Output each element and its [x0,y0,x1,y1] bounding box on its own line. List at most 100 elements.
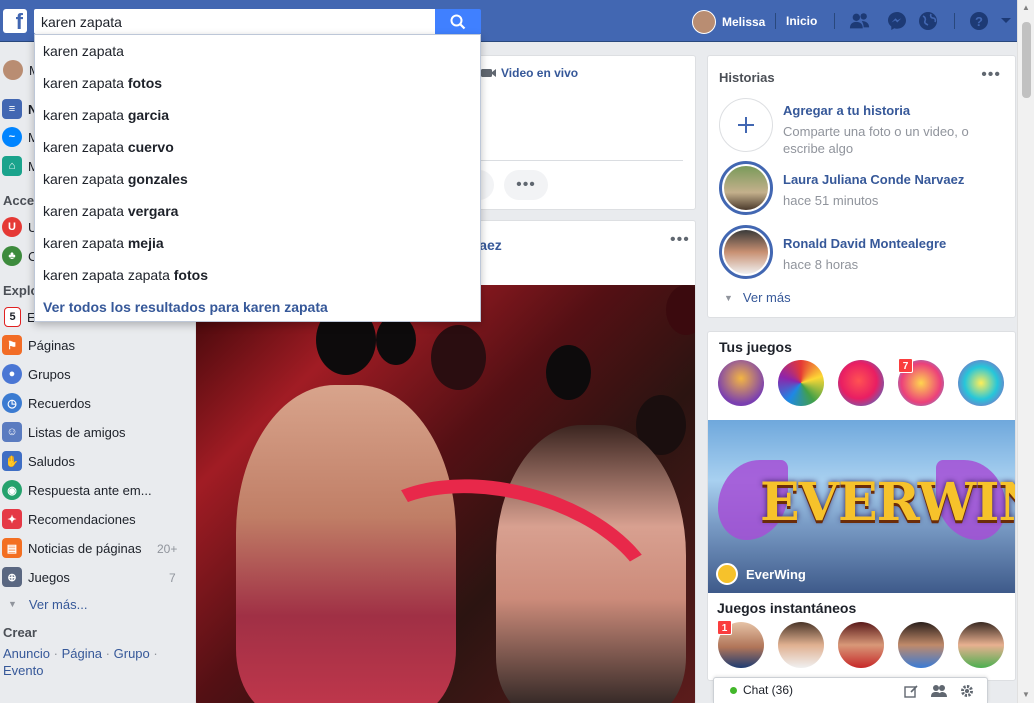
gamepad-icon: ⊕ [2,567,22,587]
everwing-banner[interactable]: EVERWING EverWing [708,420,1015,593]
story-avatar[interactable] [719,225,773,279]
tree-icon: ♣ [2,246,22,266]
search-suggestion[interactable]: karen zapata cuervo [35,131,480,163]
notification-badge: 1 [717,620,732,635]
nav-item-shortcut[interactable]: ♣ C [0,244,37,268]
search-suggestion[interactable]: karen zapata mejia [35,227,480,259]
scroll-up-arrow-icon[interactable]: ▲ [1022,3,1030,12]
gear-icon[interactable] [958,682,976,700]
nav-label: Recomendaciones [28,511,136,527]
nav-item-pages[interactable]: ⚑ Páginas [0,333,75,357]
nav-item-pokes[interactable]: ✋ Saludos [0,449,75,473]
instant-game-avatar[interactable] [778,622,824,668]
story-avatar[interactable] [719,161,773,215]
create-ad-link[interactable]: Anuncio [3,646,50,661]
search-icon [450,14,466,29]
search-suggestion[interactable]: karen zapata zapata fotos [35,259,480,291]
game-icon[interactable] [778,360,824,406]
group-chat-icon[interactable] [930,682,948,700]
game-icon[interactable] [838,360,884,406]
search-suggestion[interactable]: karen zapata vergara [35,195,480,227]
suggestion-bold-text: fotos [173,267,208,283]
scroll-down-arrow-icon[interactable]: ▼ [1022,690,1030,699]
game-icon[interactable] [718,360,764,406]
recommendations-icon: ✦ [2,509,22,529]
suggestion-text: karen zapata [43,139,128,155]
messenger-icon[interactable] [886,10,908,32]
search-button[interactable] [435,9,481,34]
instant-game-avatar[interactable] [898,622,944,668]
post-options-button[interactable]: ••• [670,231,690,249]
nav-item-recommendations[interactable]: ✦ Recomendaciones [0,507,136,531]
messenger-icon: ~ [2,127,22,147]
search-box[interactable] [34,9,435,34]
friends-icon[interactable] [849,10,871,32]
suggestion-bold-text: garcia [127,107,170,123]
divider [954,13,955,29]
post-photo[interactable] [196,285,695,703]
chat-bar[interactable]: Chat (36) [713,677,988,703]
nav-item-shortcut[interactable]: U U [0,215,37,239]
suggestion-text: karen zapata [43,43,124,59]
stories-see-more[interactable]: ▼ Ver más [724,290,791,305]
create-event-link[interactable]: Evento [3,663,43,678]
suggestion-bold-text: fotos [127,75,163,91]
story-time: hace 8 horas [783,257,859,272]
nav-label: Recuerdos [28,395,91,411]
facebook-logo-icon[interactable]: f [3,9,27,33]
stories-options-button[interactable]: ••• [981,66,1001,84]
globe-icon[interactable] [917,10,939,32]
composer-more-button[interactable]: ••• [504,170,548,200]
help-icon[interactable]: ? [968,10,990,32]
see-more-label: Ver más [742,290,791,305]
divider [775,13,776,29]
add-story-button[interactable] [719,98,773,152]
story-item[interactable]: Ronald David Montealegre hace 8 horas [719,225,1009,281]
game-icon[interactable] [958,360,1004,406]
shortcuts-heading: Acce [3,193,35,208]
uno-game-icon: U [2,217,22,237]
nav-see-more[interactable]: ▼ Ver más... [0,592,87,616]
your-games-title: Tus juegos [719,339,792,355]
create-page-link[interactable]: Página [62,646,102,661]
profile-link[interactable]: Melissa [692,9,765,34]
instant-games-title: Juegos instantáneos [717,600,857,616]
create-group-link[interactable]: Grupo [114,646,150,661]
chevron-down-icon: ▼ [8,599,17,609]
chat-label: Chat (36) [743,683,794,697]
search-suggestion[interactable]: karen zapata garcia [35,99,480,131]
news-feed-icon: ≡ [2,99,22,119]
nav-item-events[interactable]: 5 E [0,305,36,329]
suggestion-text: karen zapata [43,75,128,91]
nav-label: Noticias de páginas [28,540,142,556]
nav-item-memories[interactable]: ◷ Recuerdos [0,391,91,415]
instant-game-avatar[interactable] [958,622,1004,668]
search-suggestions-dropdown: karen zapata karen zapata fotos karen za… [34,34,481,322]
new-message-icon[interactable] [902,682,920,700]
nav-count: 7 [169,571,176,585]
stories-title: Historias [719,70,775,85]
scrollbar-thumb[interactable] [1022,22,1031,98]
see-all-results-link[interactable]: Ver todos los resultados para karen zapa… [35,291,480,323]
nav-item-crisis-response[interactable]: ◉ Respuesta ante em... [0,478,152,502]
search-input[interactable] [35,10,434,33]
search-suggestion[interactable]: karen zapata [35,35,480,67]
story-item[interactable]: Laura Juliana Conde Narvaez hace 51 minu… [719,161,1009,217]
caret-down-icon[interactable] [995,10,1017,32]
nav-item-games[interactable]: ⊕ Juegos [0,565,70,589]
search-suggestion[interactable]: karen zapata gonzales [35,163,480,195]
suggestion-bold-text: gonzales [127,171,188,187]
instant-game-avatar[interactable] [838,622,884,668]
add-story-item[interactable]: Agregar a tu historia Comparte una foto … [719,98,1009,156]
nav-item-friend-lists[interactable]: ☺ Listas de amigos [0,420,126,444]
nav-item-groups[interactable]: ● Grupos [0,362,71,386]
nav-item-news-feed[interactable]: ≡ N [0,97,37,121]
chevron-down-icon: ▼ [724,292,733,303]
divider [834,13,835,29]
live-video-button[interactable]: Video en vivo [481,66,578,80]
home-link[interactable]: Inicio [786,9,817,34]
suggestion-bold-text: cuervo [127,139,174,155]
nav-item-pages-feed[interactable]: ▤ Noticias de páginas [0,536,141,560]
search-suggestion[interactable]: karen zapata fotos [35,67,480,99]
page-scrollbar[interactable]: ▲ ▼ [1017,0,1034,703]
